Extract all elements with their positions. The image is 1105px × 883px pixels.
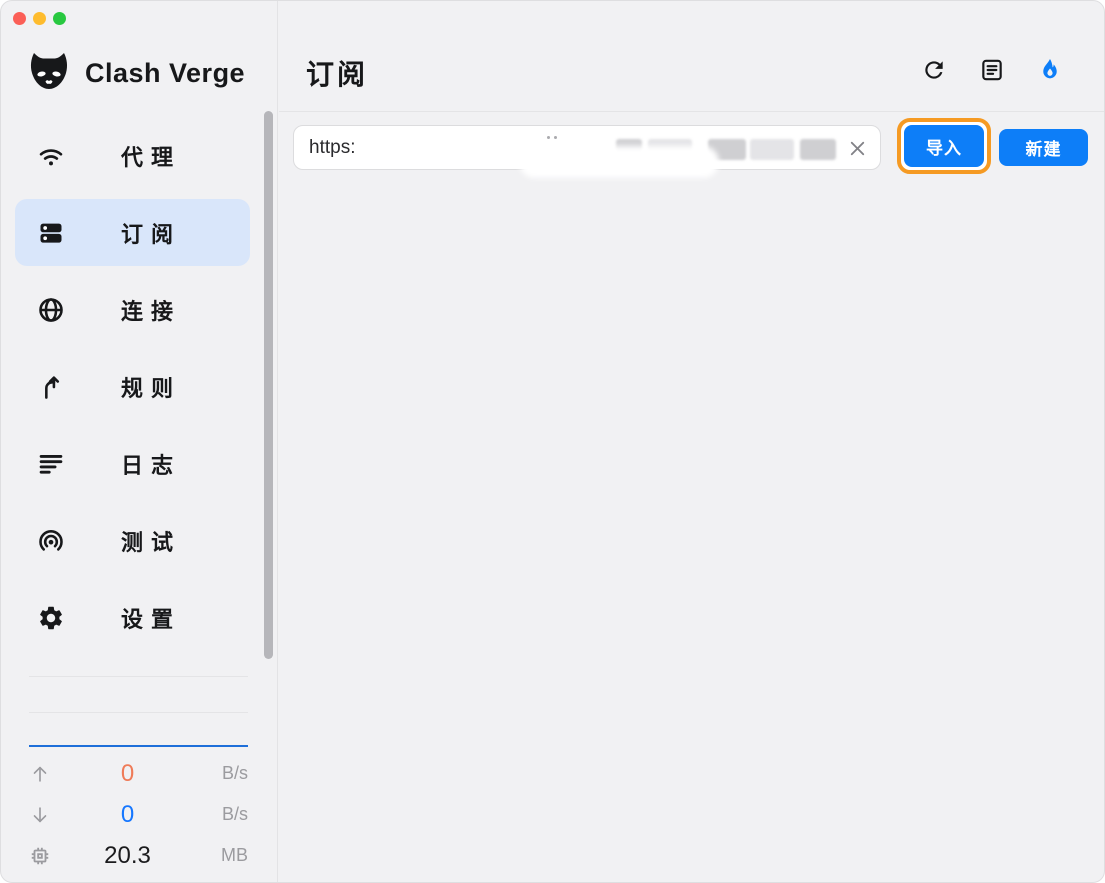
traffic-stats: 0 B/s 0 B/s 20.3 MB	[29, 753, 248, 876]
document-icon[interactable]	[979, 57, 1005, 83]
sidebar-item-settings[interactable]: 设置	[15, 584, 250, 651]
arrow-down-icon	[29, 804, 51, 826]
sidebar-item-label: 订阅	[121, 217, 181, 249]
app-window: Clash Verge 代理	[0, 0, 1105, 883]
sidebar-item-rules[interactable]: 规则	[15, 353, 250, 420]
fork-right-icon	[37, 373, 65, 401]
redacted-url-blur	[547, 136, 550, 139]
titlebar	[13, 12, 66, 25]
sidebar-divider	[29, 712, 248, 713]
sidebar-item-label: 规则	[121, 371, 181, 403]
sidebar-item-proxy[interactable]: 代理	[15, 122, 250, 189]
refresh-icon[interactable]	[921, 57, 947, 83]
redacted-url-blur	[750, 139, 794, 160]
sidebar: Clash Verge 代理	[1, 1, 278, 882]
globe-icon	[37, 296, 65, 324]
header-actions	[921, 57, 1063, 83]
wifi-tethering-icon	[37, 527, 65, 555]
sidebar-nav: 代理 订阅	[15, 122, 250, 661]
new-button[interactable]: 新建	[999, 129, 1088, 166]
memory-usage-value: 20.3	[51, 842, 204, 870]
upload-speed-value: 0	[51, 760, 204, 788]
traffic-graph-baseline	[29, 745, 248, 747]
memory-usage-unit: MB	[204, 845, 248, 866]
memory-stat-row: 20.3 MB	[29, 835, 248, 876]
sidebar-item-label: 连接	[121, 294, 181, 326]
redacted-url-blur	[519, 146, 719, 178]
app-logo: Clash Verge	[25, 49, 245, 97]
gear-icon	[37, 604, 65, 632]
subscription-content: 导入 新建	[279, 111, 1104, 882]
clash-core-flame-icon[interactable]	[1037, 57, 1063, 83]
redacted-url-blur	[800, 139, 836, 160]
download-speed-value: 0	[51, 801, 204, 829]
sidebar-item-label: 日志	[121, 448, 181, 480]
import-button[interactable]: 导入	[904, 125, 984, 167]
upload-stat-row: 0 B/s	[29, 753, 248, 794]
wifi-icon	[37, 142, 65, 170]
sidebar-item-label: 代理	[121, 140, 181, 172]
sidebar-item-logs[interactable]: 日志	[15, 430, 250, 497]
action-highlight-ring: 导入	[897, 118, 991, 174]
sidebar-item-label: 测试	[121, 525, 181, 557]
subscription-url-field[interactable]	[293, 125, 881, 170]
sidebar-item-label: 设置	[121, 602, 181, 634]
page-title: 订阅	[306, 53, 368, 93]
sidebar-item-connections[interactable]: 连接	[15, 276, 250, 343]
clear-input-icon[interactable]	[845, 136, 870, 161]
upload-speed-unit: B/s	[204, 763, 248, 784]
traffic-light-maximize[interactable]	[53, 12, 66, 25]
main-header: 订阅	[279, 1, 1104, 111]
traffic-light-close[interactable]	[13, 12, 26, 25]
sidebar-divider	[29, 676, 248, 677]
sidebar-item-subscription[interactable]: 订阅	[15, 199, 250, 266]
traffic-light-minimize[interactable]	[33, 12, 46, 25]
main-panel: 订阅	[279, 1, 1104, 882]
dns-icon	[37, 219, 65, 247]
sidebar-scrollbar[interactable]	[264, 111, 273, 659]
log-lines-icon	[37, 450, 65, 478]
arrow-up-icon	[29, 763, 51, 785]
download-speed-unit: B/s	[204, 804, 248, 825]
memory-chip-icon	[29, 845, 51, 867]
sidebar-item-test[interactable]: 测试	[15, 507, 250, 574]
app-title: Clash Verge	[85, 58, 245, 89]
clash-cat-logo-icon	[25, 49, 73, 97]
download-stat-row: 0 B/s	[29, 794, 248, 835]
